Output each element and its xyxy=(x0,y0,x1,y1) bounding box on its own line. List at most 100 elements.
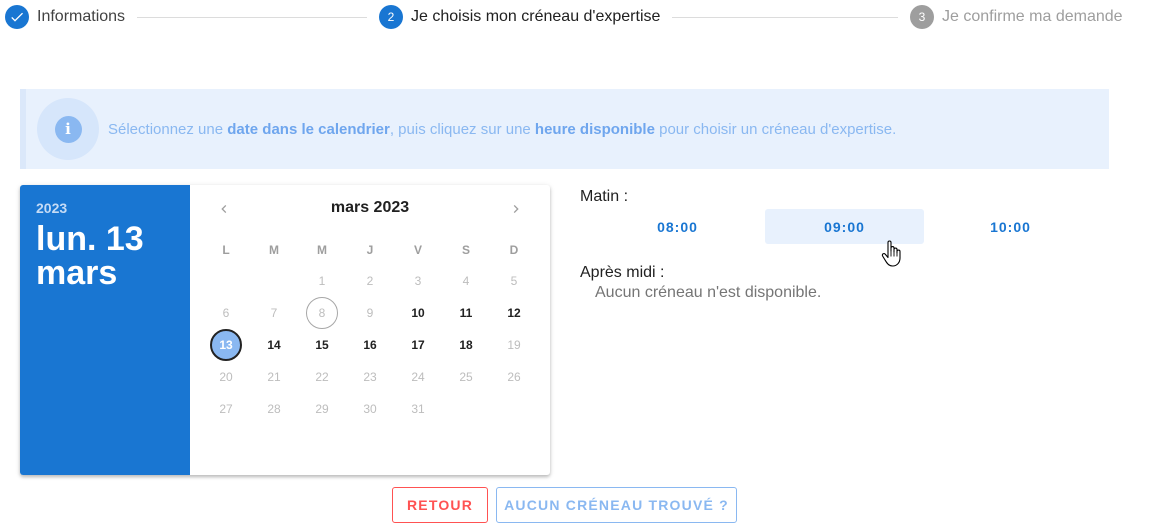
calendar-day-1: 1 xyxy=(298,265,346,297)
calendar-day-7: 7 xyxy=(250,297,298,329)
picker-selected-date: lun. 13 mars xyxy=(36,220,144,292)
calendar-day-5: 5 xyxy=(490,265,538,297)
check-icon xyxy=(11,12,23,22)
calendar-day-label: 4 xyxy=(462,274,470,288)
weekday-label: M xyxy=(317,243,327,257)
calendar-day-label: 11 xyxy=(459,306,473,320)
calendar-day-11[interactable]: 11 xyxy=(442,297,490,329)
calendar-day-label: 19 xyxy=(507,338,521,352)
calendar-day-9: 9 xyxy=(346,297,394,329)
picker-year[interactable]: 2023 xyxy=(36,200,67,216)
calendar-day-label: 31 xyxy=(411,402,425,416)
calendar-day-14[interactable]: 14 xyxy=(250,329,298,361)
calendar-day-label: 28 xyxy=(267,402,281,416)
calendar-day-25: 25 xyxy=(442,361,490,393)
calendar-day-24: 24 xyxy=(394,361,442,393)
calendar-day-label: 20 xyxy=(219,370,233,384)
no-slot-found-button[interactable]: AUCUN CRÉNEAU TROUVÉ ? xyxy=(496,487,737,523)
calendar-day-label: 8 xyxy=(306,297,338,329)
weekday-label: J xyxy=(366,243,374,257)
calendar-day-label: 23 xyxy=(363,370,377,384)
step-1-label: Informations xyxy=(37,8,126,25)
date-picker-body: mars 2023 LMMJVSD 1 2 3 4 5 6 7 8 9 10 11 12 13 14 15 1… xyxy=(190,185,550,475)
calendar-day-label: 17 xyxy=(411,338,425,352)
calendar-day-label: 26 xyxy=(507,370,521,384)
step-3-number: 3 xyxy=(910,5,934,29)
calendar-day-label: 27 xyxy=(219,402,233,416)
date-picker-header: 2023 lun. 13 mars xyxy=(20,185,190,475)
weekday-label: M xyxy=(269,243,279,257)
calendar-day-27: 27 xyxy=(202,393,250,425)
info-alert: i Sélectionnez une date dans le calendri… xyxy=(20,89,1109,169)
calendar-day-21: 21 xyxy=(250,361,298,393)
step-1-circle xyxy=(5,5,29,29)
hand-pointer-icon xyxy=(881,240,901,267)
calendar-day-label: 16 xyxy=(363,338,377,352)
calendar-day-10[interactable]: 10 xyxy=(394,297,442,329)
calendar-day-19: 19 xyxy=(490,329,538,361)
back-button[interactable]: RETOUR xyxy=(392,487,488,523)
calendar-day-12[interactable]: 12 xyxy=(490,297,538,329)
weekday-label: V xyxy=(413,243,422,257)
calendar-day-label: 18 xyxy=(459,338,473,352)
month-navigation: mars 2023 xyxy=(190,197,550,221)
calendar-day-3: 3 xyxy=(394,265,442,297)
afternoon-title: Après midi : xyxy=(580,264,665,281)
calendar-day-label: 9 xyxy=(366,306,374,320)
calendar-day-label: 21 xyxy=(267,370,281,384)
calendar-day-22: 22 xyxy=(298,361,346,393)
calendar-day-15[interactable]: 15 xyxy=(298,329,346,361)
calendar-day-label: 15 xyxy=(315,338,329,352)
calendar-day-label: 3 xyxy=(414,274,422,288)
calendar-day-30: 30 xyxy=(346,393,394,425)
calendar-day-13[interactable]: 13 xyxy=(202,329,250,361)
chevron-right-icon xyxy=(513,205,519,213)
stepper: Informations 2 Je choisis mon créneau d'… xyxy=(0,0,1172,34)
calendar-day-28: 28 xyxy=(250,393,298,425)
step-2-number: 2 xyxy=(379,5,403,29)
calendar-day-16[interactable]: 16 xyxy=(346,329,394,361)
weekday-label: S xyxy=(461,243,470,257)
next-month-button[interactable] xyxy=(504,197,528,221)
step-informations[interactable]: Informations xyxy=(5,5,125,29)
calendar-day-label: 24 xyxy=(411,370,425,384)
info-alert-text: Sélectionnez une date dans le calendrier… xyxy=(108,120,897,138)
calendar-day-23: 23 xyxy=(346,361,394,393)
time-slot-0800[interactable]: 08:00 xyxy=(598,209,757,244)
step-divider xyxy=(137,17,367,18)
step-confirmation[interactable]: 3 Je confirme ma demande xyxy=(910,5,1123,29)
step-2-label: Je choisis mon créneau d'expertise xyxy=(411,8,661,25)
time-slot-1000[interactable]: 10:00 xyxy=(931,209,1090,244)
weekday-label: D xyxy=(509,243,519,257)
calendar-day-2: 2 xyxy=(346,265,394,297)
calendar-day-label: 5 xyxy=(510,274,518,288)
calendar-day-label: 14 xyxy=(267,338,281,352)
step-3-label: Je confirme ma demande xyxy=(942,8,1123,25)
calendar-day-31: 31 xyxy=(394,393,442,425)
calendar-day-6: 6 xyxy=(202,297,250,329)
calendar-day-label: 13 xyxy=(210,329,242,361)
calendar-day-8: 8 xyxy=(298,297,346,329)
calendar-day-20: 20 xyxy=(202,361,250,393)
step-creneau[interactable]: 2 Je choisis mon créneau d'expertise xyxy=(379,5,660,29)
step-divider xyxy=(672,17,898,18)
calendar-day-4: 4 xyxy=(442,265,490,297)
date-picker: 2023 lun. 13 mars mars 2023 LMMJVSD 1234… xyxy=(20,185,550,475)
info-icon: i xyxy=(54,115,82,143)
calendar-day-label: 6 xyxy=(222,306,230,320)
calendar-day-26: 26 xyxy=(490,361,538,393)
calendar-day-label: 7 xyxy=(270,306,278,320)
calendar-day-label: 29 xyxy=(315,402,329,416)
calendar-day-label: 2 xyxy=(366,274,374,288)
calendar-day-29: 29 xyxy=(298,393,346,425)
calendar-day-label: 10 xyxy=(411,306,425,320)
month-label[interactable]: mars 2023 xyxy=(190,199,550,217)
calendar-day-18[interactable]: 18 xyxy=(442,329,490,361)
calendar-day-label: 25 xyxy=(459,370,473,384)
no-slot-message: Aucun créneau n'est disponible. xyxy=(595,284,822,301)
morning-title: Matin : xyxy=(580,188,629,205)
calendar-day-17[interactable]: 17 xyxy=(394,329,442,361)
info-icon-wrapper: i xyxy=(37,98,99,160)
time-slot-0900[interactable]: 09:00 xyxy=(765,209,924,244)
calendar-day-label: 22 xyxy=(315,370,329,384)
